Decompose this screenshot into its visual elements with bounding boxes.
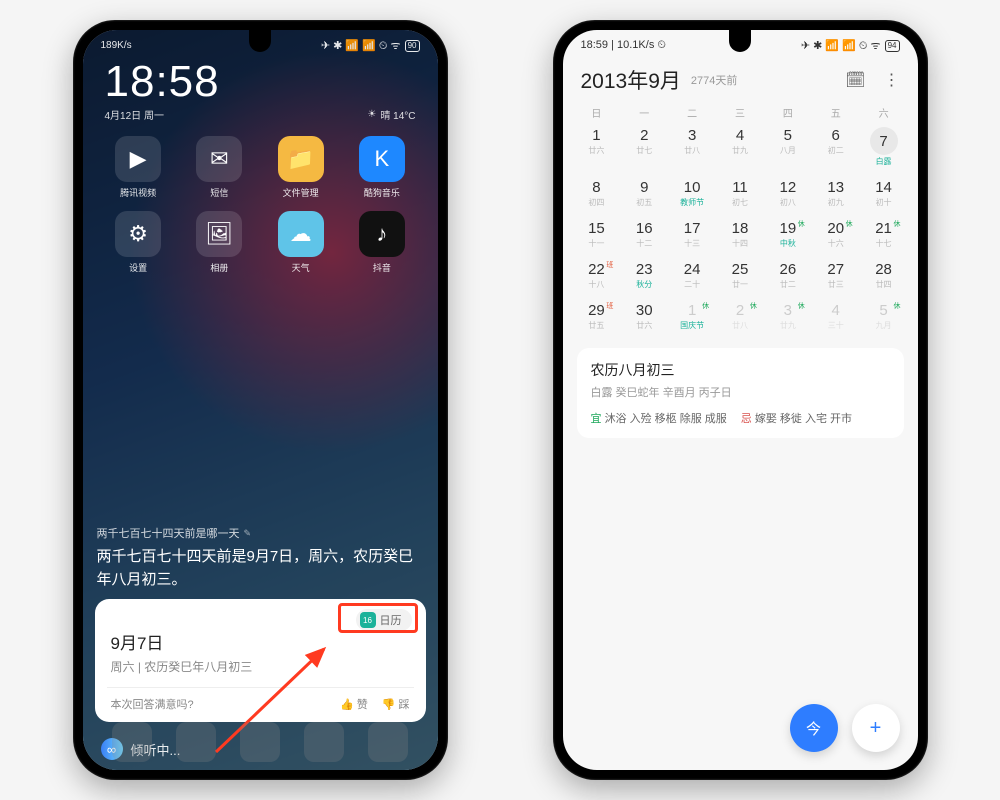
day-cell-6[interactable]: 6初二 <box>812 124 860 170</box>
weekday-label: 六 <box>860 105 908 120</box>
thumb-down-button[interactable]: 👎 踩 <box>382 696 410 712</box>
day-detail-card[interactable]: 农历八月初三 白露 癸巳蛇年 辛酉月 丙子日 宜 沐浴 入殓 移柩 除服 成服 … <box>577 348 904 438</box>
assistant-question: 两千七百七十四天前是哪一天 <box>97 526 424 543</box>
day-cell-11[interactable]: 11初七 <box>716 176 764 211</box>
day-cell-4[interactable]: 4廿九 <box>716 124 764 170</box>
day-cell-27[interactable]: 27廿三 <box>812 258 860 293</box>
clock-widget: 18:58 4月12日 周一 ☀晴 14°C <box>83 55 438 130</box>
calendar-pill-label: 日历 <box>380 612 402 628</box>
app-icon-抖音[interactable]: ♪抖音 <box>348 211 415 274</box>
day-cell-17[interactable]: 17十三 <box>668 217 716 252</box>
app-icon-短信[interactable]: ✉短信 <box>186 136 253 199</box>
calendar-result-card[interactable]: 16 日历 9月7日 周六 | 农历癸巳年八月初三 本次回答满意吗? <box>95 599 426 722</box>
day-cell-14[interactable]: 14初十 <box>860 176 908 211</box>
result-date: 9月7日 <box>111 629 410 654</box>
day-cell-3[interactable]: 3廿八 <box>668 124 716 170</box>
weekday-header: 日一二三四五六 <box>563 105 918 120</box>
app-row-1: ▶腾讯视频✉短信📁文件管理K酷狗音乐 <box>83 130 438 205</box>
day-cell-20[interactable]: 休20十六 <box>812 217 860 252</box>
day-cell-2[interactable]: 2廿七 <box>620 124 668 170</box>
day-cell-25[interactable]: 25廿一 <box>716 258 764 293</box>
day-cell-29[interactable]: 班29廿五 <box>573 299 621 334</box>
day-cell-26[interactable]: 26廿二 <box>764 258 812 293</box>
clock-date: 4月12日 周一 <box>105 107 164 122</box>
days-ago-label: 2774天前 <box>691 72 737 88</box>
open-calendar-pill[interactable]: 16 日历 <box>356 609 412 631</box>
good-label: 宜 <box>591 413 602 425</box>
calendar-view-icon[interactable]: 🗓 <box>845 70 865 90</box>
weekday-label: 二 <box>668 105 716 120</box>
assistant-answer: 两千七百七十四天前是9月7日，周六，农历癸巳年八月初三。 <box>97 546 424 591</box>
day-cell-22[interactable]: 班22十八 <box>573 258 621 293</box>
weekday-label: 日 <box>573 105 621 120</box>
day-cell-4[interactable]: 4三十 <box>812 299 860 334</box>
day-cell-10[interactable]: 10教师节 <box>668 176 716 211</box>
lunar-sub: 白露 癸巳蛇年 辛酉月 丙子日 <box>591 384 890 400</box>
bad-items: 嫁娶 移徙 入宅 开市 <box>755 413 852 425</box>
weekday-label: 三 <box>716 105 764 120</box>
calendar-header: 2013年9月 2774天前 🗓 ⋮ <box>563 57 918 105</box>
right-phone: 18:59 | 10.1K/s ⏲ ✈ ✱ 📶 📶 ⏲ ᯤ 94 2013年9月… <box>553 20 928 780</box>
today-button[interactable]: 今 <box>790 704 838 752</box>
day-cell-15[interactable]: 15十一 <box>573 217 621 252</box>
clock-time: 18:58 <box>105 57 416 107</box>
thumb-up-button[interactable]: 👍 赞 <box>340 696 368 712</box>
month-title[interactable]: 2013年9月 <box>581 65 681 95</box>
day-cell-19[interactable]: 休19中秋 <box>764 217 812 252</box>
left-phone: 189K/s ✈ ✱ 📶 📶 ⏲ ᯤ 90 18:58 4月12日 周一 ☀晴 … <box>73 20 448 780</box>
result-date-sub: 周六 | 农历癸巳年八月初三 <box>111 658 410 675</box>
day-cell-7[interactable]: 7白露 <box>860 124 908 170</box>
app-icon-腾讯视频[interactable]: ▶腾讯视频 <box>105 136 172 199</box>
day-cell-24[interactable]: 24二十 <box>668 258 716 293</box>
status-icons: ✈ ✱ 📶 📶 ⏲ ᯤ 90 <box>321 38 420 53</box>
day-cell-13[interactable]: 13初九 <box>812 176 860 211</box>
lunar-title: 农历八月初三 <box>591 360 890 380</box>
app-icon-相册[interactable]: 🖼相册 <box>186 211 253 274</box>
day-cell-16[interactable]: 16十二 <box>620 217 668 252</box>
more-icon[interactable]: ⋮ <box>884 70 900 90</box>
feedback-question: 本次回答满意吗? <box>111 696 194 712</box>
weather-widget[interactable]: ☀晴 14°C <box>367 107 415 122</box>
day-cell-30[interactable]: 30廿六 <box>620 299 668 334</box>
weekday-label: 四 <box>764 105 812 120</box>
day-cell-9[interactable]: 9初五 <box>620 176 668 211</box>
app-row-2: ⚙设置🖼相册☁天气♪抖音 <box>83 205 438 280</box>
day-cell-12[interactable]: 12初八 <box>764 176 812 211</box>
data-rate: 189K/s <box>101 40 132 51</box>
day-cell-8[interactable]: 8初四 <box>573 176 621 211</box>
app-icon-文件管理[interactable]: 📁文件管理 <box>267 136 334 199</box>
good-items: 沐浴 入殓 移柩 除服 成服 <box>605 413 727 425</box>
day-cell-23[interactable]: 23秋分 <box>620 258 668 293</box>
calendar-icon: 16 <box>360 612 376 628</box>
day-cell-1[interactable]: 休1国庆节 <box>668 299 716 334</box>
app-icon-酷狗音乐[interactable]: K酷狗音乐 <box>348 136 415 199</box>
app-icon-天气[interactable]: ☁天气 <box>267 211 334 274</box>
dock <box>83 722 438 762</box>
divider <box>107 687 414 688</box>
weekday-label: 一 <box>620 105 668 120</box>
assistant-response: 两千七百七十四天前是哪一天 两千七百七十四天前是9月7日，周六，农历癸巳年八月初… <box>97 526 424 592</box>
add-event-button[interactable]: + <box>852 704 900 752</box>
notch <box>249 30 271 52</box>
day-cell-18[interactable]: 18十四 <box>716 217 764 252</box>
day-cell-2[interactable]: 休2廿八 <box>716 299 764 334</box>
bad-label: 忌 <box>741 413 752 425</box>
weekday-label: 五 <box>812 105 860 120</box>
day-cell-5[interactable]: 5八月 <box>764 124 812 170</box>
app-icon-设置[interactable]: ⚙设置 <box>105 211 172 274</box>
day-cell-28[interactable]: 28廿四 <box>860 258 908 293</box>
day-cell-5[interactable]: 休5九月 <box>860 299 908 334</box>
day-cell-1[interactable]: 1廿六 <box>573 124 621 170</box>
day-cell-3[interactable]: 休3廿九 <box>764 299 812 334</box>
notch <box>729 30 751 52</box>
calendar-grid: 1廿六2廿七3廿八4廿九5八月6初二7白露 8初四9初五10教师节11初七12初八… <box>563 120 918 340</box>
day-cell-21[interactable]: 休21十七 <box>860 217 908 252</box>
